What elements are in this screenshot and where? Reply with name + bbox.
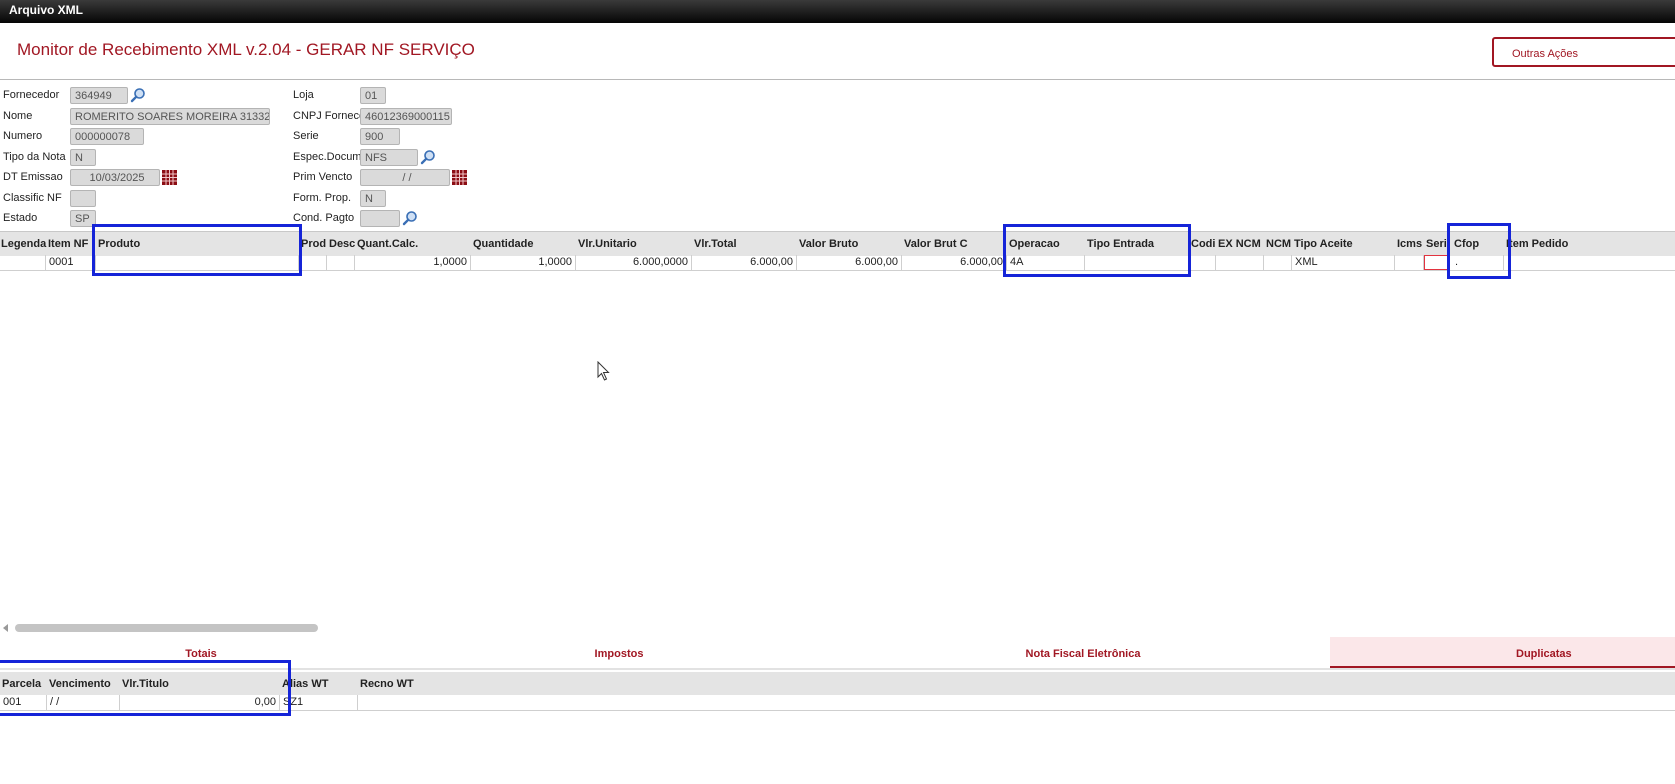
cell-valor-bruto[interactable]: 6.000,00 <box>797 255 902 270</box>
dt-emissao-field[interactable]: 10/03/2025 <box>70 169 160 186</box>
highlight-duplicatas <box>0 660 291 716</box>
col-icms[interactable]: Icms <box>1397 238 1422 250</box>
scroll-left-arrow-icon[interactable] <box>3 624 8 632</box>
fornecedor-search-icon[interactable] <box>130 87 146 103</box>
highlight-operacao-tipo-entrada <box>1003 224 1191 277</box>
dt-emissao-calendar-icon[interactable] <box>162 170 177 185</box>
col-recno-wt[interactable]: Recno WT <box>360 678 414 690</box>
col-quant-calc[interactable]: Quant.Calc. <box>357 238 418 250</box>
col-vlr-total[interactable]: Vlr.Total <box>694 238 737 250</box>
cell-item-pedido[interactable] <box>1504 255 1675 270</box>
form-prop-label: Form. Prop. <box>293 192 352 204</box>
classific-nf-field[interactable] <box>70 190 96 207</box>
cell-alias-wt[interactable]: SZ1 <box>280 695 358 710</box>
serie-field[interactable]: 900 <box>360 128 400 145</box>
cell-valor-brut-c[interactable]: 6.000,00 <box>902 255 1007 270</box>
cell-icms[interactable] <box>1395 255 1424 270</box>
cell-prod[interactable] <box>299 255 327 270</box>
prim-vencto-label: Prim Vencto <box>293 171 353 183</box>
numero-field[interactable]: 000000078 <box>70 128 144 145</box>
form-prop-field[interactable]: N <box>360 190 386 207</box>
cell-codi[interactable] <box>1189 255 1216 270</box>
prim-vencto-field[interactable]: / / <box>360 169 450 186</box>
cell-recno-wt[interactable] <box>358 695 1675 710</box>
col-valor-bruto[interactable]: Valor Bruto <box>799 238 858 250</box>
cond-pagto-label: Cond. Pagto <box>293 212 355 224</box>
cell-quant-calc[interactable]: 1,0000 <box>355 255 471 270</box>
cell-tipo-aceite[interactable]: XML <box>1292 255 1395 270</box>
cell-quantidade[interactable]: 1,0000 <box>471 255 576 270</box>
cell-desc[interactable] <box>327 255 355 270</box>
espec-docum-label: Espec.Docum. <box>293 151 365 163</box>
cell-vlr-total[interactable]: 6.000,00 <box>692 255 797 270</box>
col-item-nf[interactable]: Item NF <box>48 238 88 250</box>
dt-emissao-label: DT Emissao <box>3 171 63 183</box>
fornecedor-label: Fornecedor <box>3 89 60 101</box>
col-tipo-aceite[interactable]: Tipo Aceite <box>1294 238 1353 250</box>
tipo-nota-field[interactable]: N <box>70 149 96 166</box>
col-vlr-unitario[interactable]: Vlr.Unitario <box>578 238 637 250</box>
tab-duplicatas[interactable]: Duplicatas <box>1330 637 1675 668</box>
loja-field[interactable]: 01 <box>360 87 386 104</box>
tab-impostos[interactable]: Impostos <box>402 637 836 668</box>
col-legenda[interactable]: Legenda <box>1 238 46 250</box>
cell-ex-ncm[interactable] <box>1216 255 1264 270</box>
loja-label: Loja <box>293 89 314 101</box>
cond-pagto-search-icon[interactable] <box>402 210 418 226</box>
prim-vencto-calendar-icon[interactable] <box>452 170 467 185</box>
window-titlebar: Arquivo XML <box>0 0 1675 23</box>
window-title: Arquivo XML <box>9 3 83 17</box>
cond-pagto-field[interactable] <box>360 210 400 227</box>
col-item-pedido[interactable]: Item Pedido <box>1506 238 1568 250</box>
cell-item-nf[interactable]: 0001 <box>46 255 96 270</box>
cell-vlr-unitario[interactable]: 6.000,0000 <box>576 255 692 270</box>
col-ncm[interactable]: NCM <box>1266 238 1291 250</box>
col-valor-brut-c[interactable]: Valor Brut C <box>904 238 968 250</box>
nome-field[interactable]: ROMERITO SOARES MOREIRA 313324 <box>70 108 270 125</box>
serie-label: Serie <box>293 130 319 142</box>
espec-docum-search-icon[interactable] <box>420 149 436 165</box>
col-ex-ncm[interactable]: EX NCM <box>1218 238 1261 250</box>
mouse-cursor-icon <box>597 361 610 381</box>
tipo-nota-label: Tipo da Nota <box>3 151 66 163</box>
numero-label: Numero <box>3 130 43 142</box>
espec-docum-field[interactable]: NFS <box>360 149 418 166</box>
cnpj-field[interactable]: 46012369000115 <box>360 108 452 125</box>
col-prod[interactable]: Prod <box>301 238 326 250</box>
fornecedor-field[interactable]: 364949 <box>70 87 128 104</box>
col-desc[interactable]: Desc <box>329 238 355 250</box>
outras-acoes-button[interactable]: Outras Ações <box>1492 37 1675 67</box>
estado-label: Estado <box>3 212 38 224</box>
highlight-cfop <box>1447 223 1511 279</box>
col-quantidade[interactable]: Quantidade <box>473 238 534 250</box>
cnpj-label: CNPJ Fornece <box>293 110 366 122</box>
classific-nf-label: Classific NF <box>3 192 62 204</box>
cell-legenda[interactable] <box>0 255 46 270</box>
horizontal-scrollbar-thumb[interactable] <box>15 624 318 632</box>
tab-nota-fiscal-eletronica[interactable]: Nota Fiscal Eletrônica <box>836 637 1330 668</box>
highlight-produto <box>92 224 302 276</box>
page-title: Monitor de Recebimento XML v.2.04 - GERA… <box>17 40 475 59</box>
header-divider <box>0 79 1675 80</box>
nome-label: Nome <box>3 110 33 122</box>
cell-ncm[interactable] <box>1264 255 1292 270</box>
col-codi[interactable]: Codi <box>1191 238 1215 250</box>
